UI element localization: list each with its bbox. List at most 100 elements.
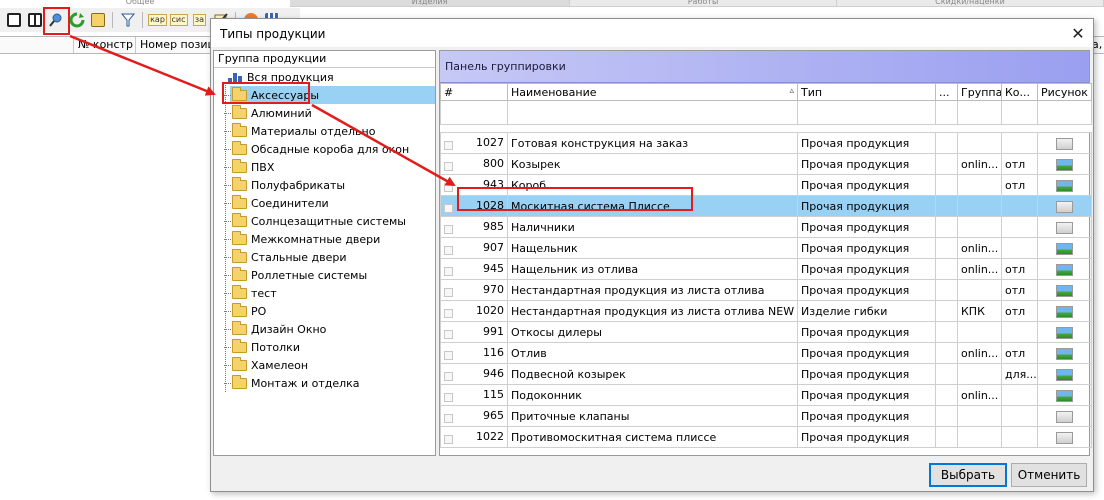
filter-cell[interactable]	[440, 100, 508, 125]
tree-item[interactable]: Материалы отдельно	[214, 122, 435, 140]
grouping-panel[interactable]: Панель группировки	[440, 51, 1089, 83]
row-expand-icon[interactable]	[444, 267, 453, 276]
table-row[interactable]: 1027 Готовая конструкция на заказ Прочая п…	[440, 132, 1092, 154]
tree-item[interactable]: Роллетные системы	[214, 266, 435, 284]
filter-cell[interactable]	[935, 100, 958, 125]
tree-item[interactable]: Стальные двери	[214, 248, 435, 266]
bg-tab-general[interactable]: Общее	[110, 0, 170, 6]
row-expand-icon[interactable]	[444, 225, 453, 234]
filter-cell[interactable]	[507, 100, 798, 125]
table-row[interactable]: 943 Короб Прочая продукция отл	[440, 174, 1092, 196]
window-split-icon[interactable]	[25, 11, 44, 30]
cell-type: Прочая продукция	[797, 321, 936, 343]
tree-item[interactable]: Потолки	[214, 338, 435, 356]
tree-item[interactable]: Алюминий	[214, 104, 435, 122]
tree-item[interactable]: Обсадные короба для окон	[214, 140, 435, 158]
bg-tab-items[interactable]: Изделия	[290, 0, 570, 6]
row-expand-icon[interactable]	[444, 204, 453, 213]
filter-icon[interactable]	[118, 11, 137, 30]
row-expand-icon[interactable]	[444, 393, 453, 402]
filter-cell[interactable]	[797, 100, 936, 125]
tree-item[interactable]: Межкомнатные двери	[214, 230, 435, 248]
bg-tab-works[interactable]: Работы	[570, 0, 837, 6]
cell-type: Прочая продукция	[797, 216, 936, 238]
tree-item-label: Алюминий	[251, 106, 312, 120]
row-expand-icon[interactable]	[444, 162, 453, 171]
tree-item[interactable]: Солнцезащитные системы	[214, 212, 435, 230]
cell-id: 965	[440, 405, 508, 427]
row-expand-icon[interactable]	[444, 246, 453, 255]
row-expand-icon[interactable]	[444, 183, 453, 192]
select-button[interactable]: Выбрать	[929, 463, 1007, 487]
table-row[interactable]: 907 Нащельник Прочая продукция onlin...	[440, 237, 1092, 259]
cell-group: КПК	[957, 300, 1002, 322]
tree-connector	[224, 94, 231, 96]
folder-icon	[232, 302, 247, 317]
cell-id: 1020	[440, 300, 508, 322]
row-expand-icon[interactable]	[444, 288, 453, 297]
table-row[interactable]: 985 Наличники Прочая продукция	[440, 216, 1092, 238]
table-row[interactable]: 945 Нащельник из отлива Прочая продукция on…	[440, 258, 1092, 280]
column-header-id[interactable]: #	[440, 83, 508, 101]
folder-icon	[232, 194, 247, 209]
table-row[interactable]: 1020 Нестандартная продукция из листа отл…	[440, 300, 1092, 322]
cell-more	[935, 300, 958, 322]
picture-thumbnail-icon	[1056, 410, 1073, 423]
calc-icon[interactable]: кар	[148, 11, 167, 30]
tree-item-all-products[interactable]: Вся продукция	[214, 68, 435, 86]
table-row[interactable]: 800 Козырек Прочая продукция onlin... отл	[440, 153, 1092, 175]
tree-item[interactable]: тест	[214, 284, 435, 302]
close-icon[interactable]: ✕	[1063, 19, 1093, 47]
table-row[interactable]: 1022 Противомоскитная система плиссе Проча…	[440, 426, 1092, 448]
cell-picture	[1037, 132, 1092, 154]
filter-cell[interactable]	[1001, 100, 1038, 125]
row-expand-icon[interactable]	[444, 435, 453, 444]
picture-thumbnail-icon	[1056, 242, 1073, 255]
tree-item[interactable]: Соединители	[214, 194, 435, 212]
tree-item[interactable]: ПВХ	[214, 158, 435, 176]
table-row[interactable]: 115 Подоконник Прочая продукция onlin...	[440, 384, 1092, 406]
tree-item[interactable]: Монтаж и отделка	[214, 374, 435, 392]
cell-group	[957, 279, 1002, 301]
bg-header-construction-no[interactable]: № констр	[74, 37, 136, 53]
bg-header-position-no[interactable]: Номер позици	[136, 37, 216, 53]
window-icon[interactable]	[4, 11, 23, 30]
clipboard-icon[interactable]	[88, 11, 107, 30]
column-header-group[interactable]: Группа	[957, 83, 1002, 101]
tree-item[interactable]: РО	[214, 302, 435, 320]
bg-tab-discounts[interactable]: Скидки/наценки	[837, 0, 1104, 6]
tree-item[interactable]: Полуфабрикаты	[214, 176, 435, 194]
column-header-name[interactable]: Наименование ▵	[507, 83, 798, 101]
tree-item-label: Соединители	[251, 196, 329, 210]
row-expand-icon[interactable]	[444, 330, 453, 339]
tree-item[interactable]: Аксессуары	[214, 86, 435, 104]
column-header-more[interactable]: ...	[935, 83, 958, 101]
tree-item-label: Дизайн Окно	[251, 322, 327, 336]
tree-connector	[224, 364, 231, 366]
tree-item[interactable]: Дизайн Окно	[214, 320, 435, 338]
cell-ko	[1001, 321, 1038, 343]
row-expand-icon[interactable]	[444, 372, 453, 381]
cell-type: Прочая продукция	[797, 153, 936, 175]
row-expand-icon[interactable]	[444, 141, 453, 150]
column-header-ko[interactable]: Ко...	[1001, 83, 1038, 101]
folder-icon	[232, 104, 247, 119]
cancel-button[interactable]: Отменить	[1011, 463, 1087, 487]
table-row[interactable]: 965 Приточные клапаны Прочая продукция	[440, 405, 1092, 427]
column-header-picture[interactable]: Рисунок	[1037, 83, 1092, 101]
row-expand-icon[interactable]	[444, 309, 453, 318]
filter-cell[interactable]	[957, 100, 1002, 125]
calc-icon[interactable]: за	[190, 11, 209, 30]
calc-icon[interactable]: сис	[169, 11, 188, 30]
filter-cell[interactable]	[1037, 100, 1092, 125]
row-expand-icon[interactable]	[444, 351, 453, 360]
table-row[interactable]: 970 Нестандартная продукция из листа отли…	[440, 279, 1092, 301]
table-row[interactable]: 116 Отлив Прочая продукция onlin... отл	[440, 342, 1092, 364]
table-row[interactable]: 1028 Москитная система Плиссе Прочая проду…	[440, 195, 1092, 217]
table-row[interactable]: 946 Подвесной козырек Прочая продукция для.…	[440, 363, 1092, 385]
table-row[interactable]: 991 Откосы дилеры Прочая продукция	[440, 321, 1092, 343]
row-expand-icon[interactable]	[444, 414, 453, 423]
folder-icon	[232, 212, 247, 227]
tree-item[interactable]: Хамелеон	[214, 356, 435, 374]
column-header-type[interactable]: Тип	[797, 83, 936, 101]
